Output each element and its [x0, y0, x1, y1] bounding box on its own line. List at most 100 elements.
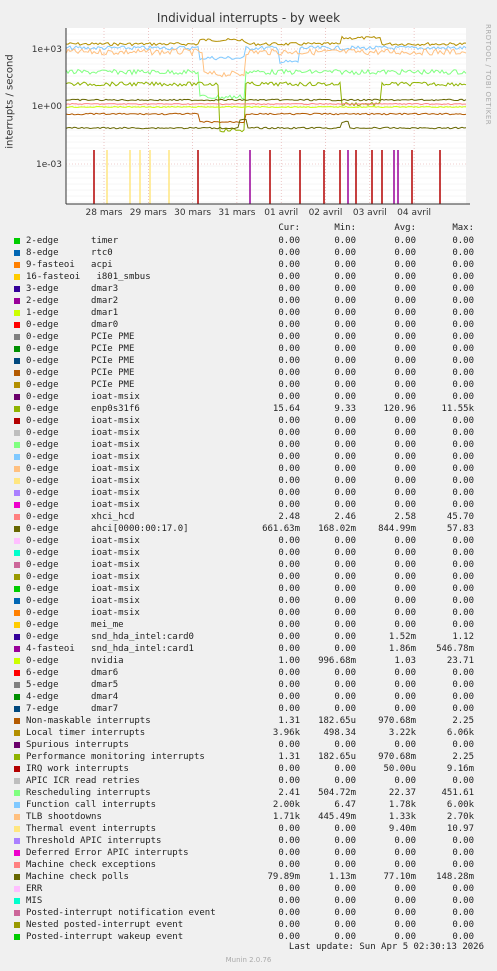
legend-series-name: 0-edge ioat-msix — [26, 440, 140, 450]
legend-swatch — [14, 490, 20, 496]
legend-value-avg: 1.33k — [388, 812, 416, 822]
legend-value-min: 0.00 — [334, 680, 356, 690]
legend-value-max: 0.00 — [452, 596, 474, 606]
legend-value-min: 0.00 — [334, 920, 356, 930]
legend-value-avg: 0.00 — [394, 536, 416, 546]
legend-swatch — [14, 802, 20, 808]
legend-value-min: 0.00 — [334, 908, 356, 918]
legend-value-max: 0.00 — [452, 896, 474, 906]
legend-swatch — [14, 682, 20, 688]
legend-row: 2-edge timer 0.00 0.00 0.00 0.00 — [14, 235, 484, 247]
legend-swatch — [14, 562, 20, 568]
legend-value-cur: 0.00 — [278, 380, 300, 390]
legend-value-min: 0.00 — [334, 392, 356, 402]
legend-value-min: 0.00 — [334, 548, 356, 558]
legend-value-cur: 0.00 — [278, 632, 300, 642]
legend-value-min: 0.00 — [334, 632, 356, 642]
legend-value-max: 0.00 — [452, 440, 474, 450]
legend-row: Function call interrupts 2.00k 6.47 1.78k 6.… — [14, 799, 484, 811]
legend-value-min: 0.00 — [334, 740, 356, 750]
legend-value-min: 0.00 — [334, 860, 356, 870]
legend-swatch — [14, 742, 20, 748]
legend-value-avg: 0.00 — [394, 464, 416, 474]
legend-value-min: 0.00 — [334, 308, 356, 318]
legend-swatch — [14, 922, 20, 928]
legend-value-avg: 0.00 — [394, 296, 416, 306]
legend-row: 0-edge ioat-msix 0.00 0.00 0.00 0.00 — [14, 547, 484, 559]
legend-swatch — [14, 334, 20, 340]
legend-series-name: Performance monitoring interrupts — [26, 752, 205, 762]
legend-row: Rescheduling interrupts 2.41 504.72m 22.37 4… — [14, 787, 484, 799]
legend-swatch — [14, 694, 20, 700]
legend-value-avg: 0.00 — [394, 836, 416, 846]
legend-value-avg: 0.00 — [394, 680, 416, 690]
legend-value-max: 0.00 — [452, 536, 474, 546]
legend-value-cur: 0.00 — [278, 548, 300, 558]
legend-row: MIS 0.00 0.00 0.00 0.00 — [14, 895, 484, 907]
legend-value-cur: 0.00 — [278, 440, 300, 450]
legend-value-max: 0.00 — [452, 572, 474, 582]
legend-value-avg: 0.00 — [394, 236, 416, 246]
legend-row: 4-fasteoi snd_hda_intel:card1 0.00 0.00 1.8… — [14, 643, 484, 655]
legend-column-header: Avg: — [394, 223, 416, 233]
legend-swatch — [14, 370, 20, 376]
legend-swatch — [14, 814, 20, 820]
legend-series-name: Rescheduling interrupts — [26, 788, 151, 798]
legend-value-cur: 0.00 — [278, 824, 300, 834]
legend-value-avg: 0.00 — [394, 380, 416, 390]
legend-value-cur: 0.00 — [278, 644, 300, 654]
legend-row: 0-edge ioat-msix 0.00 0.00 0.00 0.00 — [14, 583, 484, 595]
legend-value-avg: 0.00 — [394, 452, 416, 462]
legend-value-min: 0.00 — [334, 572, 356, 582]
legend-series-name: Thermal event interrupts — [26, 824, 157, 834]
legend-value-max: 148.28m — [436, 872, 474, 882]
legend-series-name: Machine check polls — [26, 872, 129, 882]
legend-swatch — [14, 838, 20, 844]
legend-value-cur: 1.31 — [278, 716, 300, 726]
legend-table: Cur: Min: Avg: Max: 2-edge timer 0.00 0.00 0.00… — [0, 0, 497, 971]
legend-value-avg: 0.00 — [394, 440, 416, 450]
legend-swatch — [14, 478, 20, 484]
legend-value-min: 0.00 — [334, 896, 356, 906]
legend-value-max: 0.00 — [452, 680, 474, 690]
legend-value-max: 0.00 — [452, 380, 474, 390]
legend-value-min: 0.00 — [334, 848, 356, 858]
legend-value-max: 0.00 — [452, 284, 474, 294]
legend-row: Threshold APIC interrupts 0.00 0.00 0.00 0.0… — [14, 835, 484, 847]
legend-value-cur: 0.00 — [278, 920, 300, 930]
legend-column-header: Max: — [452, 223, 474, 233]
legend-series-name: Posted-interrupt notification event — [26, 908, 216, 918]
legend-swatch — [14, 442, 20, 448]
legend-swatch — [14, 886, 20, 892]
legend-value-max: 0.00 — [452, 260, 474, 270]
legend-row: 0-edge ioat-msix 0.00 0.00 0.00 0.00 — [14, 463, 484, 475]
legend-row: 0-edge PCIe PME 0.00 0.00 0.00 0.00 — [14, 331, 484, 343]
legend-value-max: 0.00 — [452, 704, 474, 714]
legend-swatch — [14, 274, 20, 280]
legend-value-avg: 0.00 — [394, 608, 416, 618]
legend-row: Local timer interrupts 3.96k 498.34 3.22k 6.… — [14, 727, 484, 739]
legend-swatch — [14, 730, 20, 736]
legend-swatch — [14, 382, 20, 388]
legend-row: 0-edge ioat-msix 0.00 0.00 0.00 0.00 — [14, 571, 484, 583]
legend-value-max: 0.00 — [452, 392, 474, 402]
legend-series-name: Deferred Error APIC interrupts — [26, 848, 189, 858]
legend-value-avg: 50.00u — [383, 764, 416, 774]
legend-value-min: 0.00 — [334, 464, 356, 474]
legend-series-name: 0-edge ioat-msix — [26, 572, 140, 582]
legend-row: 0-edge PCIe PME 0.00 0.00 0.00 0.00 — [14, 379, 484, 391]
legend-value-cur: 0.00 — [278, 248, 300, 258]
legend-series-name: ERR — [26, 884, 43, 894]
legend-swatch — [14, 514, 20, 520]
legend-value-max: 2.25 — [452, 752, 474, 762]
legend-value-avg: 0.00 — [394, 272, 416, 282]
munin-version: Munin 2.0.76 — [225, 956, 272, 964]
legend-value-max: 0.00 — [452, 320, 474, 330]
legend-swatch — [14, 298, 20, 304]
legend-series-name: 0-edge ioat-msix — [26, 584, 140, 594]
legend-row: 0-edge mei_me 0.00 0.00 0.00 0.00 — [14, 619, 484, 631]
legend-swatch — [14, 598, 20, 604]
legend-row: 8-edge rtc0 0.00 0.00 0.00 0.00 — [14, 247, 484, 259]
legend-row: ERR 0.00 0.00 0.00 0.00 — [14, 883, 484, 895]
legend-value-max: 0.00 — [452, 620, 474, 630]
